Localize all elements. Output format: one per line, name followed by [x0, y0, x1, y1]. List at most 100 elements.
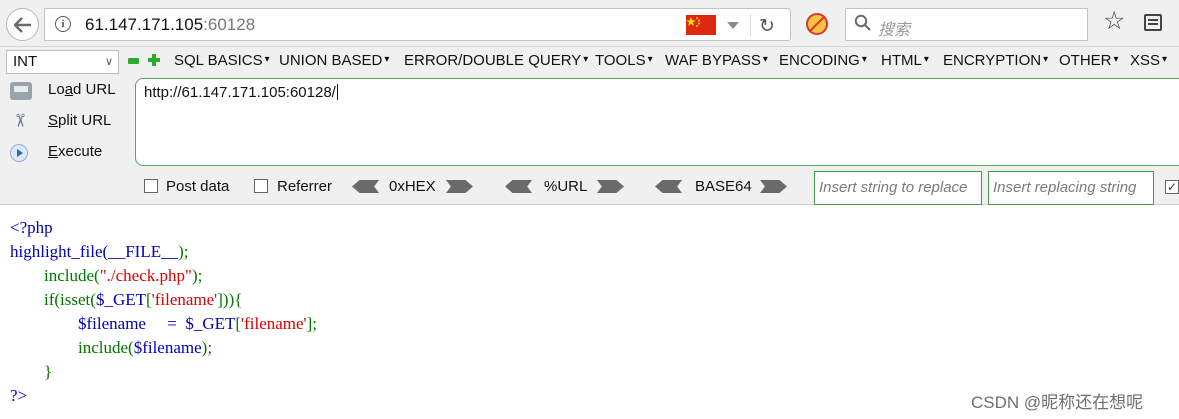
url-decode-arrow-icon[interactable] [505, 180, 532, 193]
reload-icon[interactable]: ↻ [759, 15, 775, 38]
back-button[interactable] [6, 8, 39, 41]
label-part: xecute [58, 143, 103, 160]
base64-encode-arrow-icon[interactable] [760, 180, 787, 193]
caret-down-icon: ▾ [762, 54, 768, 65]
separator [750, 14, 751, 36]
code-token: 'filename' [241, 314, 307, 333]
menu-label: ERROR/DOUBLE QUERY [404, 52, 582, 69]
watermark: CSDN @昵称还在想呢 [971, 393, 1144, 412]
search-box[interactable]: 搜索 [845, 8, 1088, 41]
referrer-label: Referrer [277, 178, 333, 195]
replacing-placeholder: Insert replacing string [993, 179, 1137, 196]
url-textarea[interactable]: http://61.147.171.105:60128/ [135, 78, 1179, 166]
block-icon[interactable] [806, 13, 828, 35]
label-part: plit URL [58, 112, 112, 129]
hex-decode-arrow-icon[interactable] [352, 180, 379, 193]
code-token: ); [191, 266, 203, 285]
menu-xss[interactable]: XSS ▾ [1130, 52, 1167, 69]
dropdown-arrow-icon[interactable] [727, 22, 739, 29]
menu-error-double-query[interactable]: ERROR/DOUBLE QUERY ▾ [404, 52, 588, 69]
code-token: "./check.php" [99, 266, 192, 285]
menu-label: XSS [1130, 52, 1161, 69]
hex-encode-arrow-icon[interactable] [446, 180, 473, 193]
php-source-listing: <?php highlight_file(__FILE__); include(… [10, 216, 317, 408]
back-arrow-icon [13, 16, 31, 33]
code-token: highlight_file( [10, 242, 109, 261]
address-text[interactable]: 61.147.171.105:60128 [85, 15, 255, 35]
reader-list-icon[interactable] [1144, 14, 1162, 31]
code-token: 'filename' [151, 290, 218, 309]
menu-html[interactable]: HTML ▾ [881, 52, 929, 69]
code-token: if(isset( [10, 290, 96, 309]
menu-label: OTHER [1059, 52, 1112, 69]
caret-down-icon: ▾ [384, 54, 390, 65]
plus-icon[interactable] [148, 54, 160, 66]
replace-placeholder: Insert string to replace [819, 179, 968, 196]
minus-icon[interactable] [128, 58, 139, 64]
menu-union-based[interactable]: UNION BASED ▾ [279, 52, 389, 69]
hackbar-toolbar: INT ∨ SQL BASICS ▾ UNION BASED ▾ ERROR/DOUB… [0, 47, 1179, 205]
caret-down-icon: ▾ [861, 54, 867, 65]
chevron-down-icon: ∨ [104, 56, 113, 68]
label-part: d URL [73, 81, 116, 98]
replace-all-checkbox[interactable]: ✓ [1165, 180, 1179, 194]
menu-encoding[interactable]: ENCODING ▾ [779, 52, 867, 69]
base64-decode-arrow-icon[interactable] [655, 180, 682, 193]
code-token: __FILE__ [108, 242, 179, 261]
url-encode-label: %URL [544, 178, 588, 195]
replace-string-input[interactable]: Insert string to replace [814, 171, 982, 205]
load-url-icon [10, 82, 32, 100]
menu-waf-bypass[interactable]: WAF BYPASS ▾ [665, 52, 768, 69]
url-encode-arrow-icon[interactable] [597, 180, 624, 193]
menu-encryption[interactable]: ENCRYPTION ▾ [943, 52, 1048, 69]
menu-label: WAF BYPASS [665, 52, 761, 69]
search-placeholder: 搜索 [878, 22, 911, 39]
menu-tools[interactable]: TOOLS ▾ [595, 52, 653, 69]
code-token: ); [178, 242, 189, 261]
code-token: $_GET [95, 290, 146, 309]
caret-down-icon: ▾ [647, 54, 653, 65]
load-url-label: Load URL [48, 81, 116, 98]
int-select[interactable]: INT ∨ [6, 50, 119, 74]
menu-label: ENCRYPTION [943, 52, 1042, 69]
menu-other[interactable]: OTHER ▾ [1059, 52, 1119, 69]
url-host: 61.147.171.105 [85, 15, 204, 34]
menu-label: ENCODING [779, 52, 860, 69]
replacing-string-input[interactable]: Insert replacing string [988, 171, 1154, 205]
code-token: include( [10, 338, 134, 357]
hex-label: 0xHEX [389, 178, 436, 195]
code-token: ])){ [217, 290, 243, 309]
info-icon[interactable]: i [55, 16, 71, 32]
search-icon [854, 14, 871, 36]
code-token: ); [201, 338, 213, 357]
caret-down-icon: ▾ [264, 54, 270, 65]
code-token: $filename [133, 338, 202, 357]
referrer-checkbox[interactable] [254, 179, 268, 193]
caret-down-icon: ▾ [923, 54, 929, 65]
code-token: $_GET [185, 314, 236, 333]
post-data-label: Post data [166, 178, 230, 195]
caret-down-icon: ▾ [1043, 54, 1049, 65]
label-mnemonic: S [48, 112, 59, 129]
caret-down-icon: ▾ [583, 54, 589, 65]
execute-label: Execute [48, 143, 102, 160]
address-bar[interactable]: i 61.147.171.105:60128 ↻ [44, 8, 791, 41]
scissors-icon [10, 113, 32, 131]
post-data-checkbox[interactable] [144, 179, 158, 193]
code-line: <?php [10, 218, 53, 237]
code-token: ]; [306, 314, 318, 333]
url-textarea-value: http://61.147.171.105:60128/ [144, 84, 336, 101]
china-flag-icon [686, 15, 716, 35]
label-mnemonic: a [64, 81, 74, 98]
menu-label: TOOLS [595, 52, 646, 69]
code-token: include( [10, 266, 100, 285]
browser-navbar: i 61.147.171.105:60128 ↻ 搜索 ☆ [0, 0, 1179, 47]
code-line: ?> [10, 386, 28, 405]
bookmark-star-icon[interactable]: ☆ [1103, 9, 1125, 34]
url-port: :60128 [203, 15, 256, 34]
play-icon [10, 144, 28, 162]
int-select-value: INT [13, 53, 38, 70]
base64-label: BASE64 [695, 178, 752, 195]
menu-sql-basics[interactable]: SQL BASICS ▾ [174, 52, 270, 69]
menu-label: HTML [881, 52, 922, 69]
